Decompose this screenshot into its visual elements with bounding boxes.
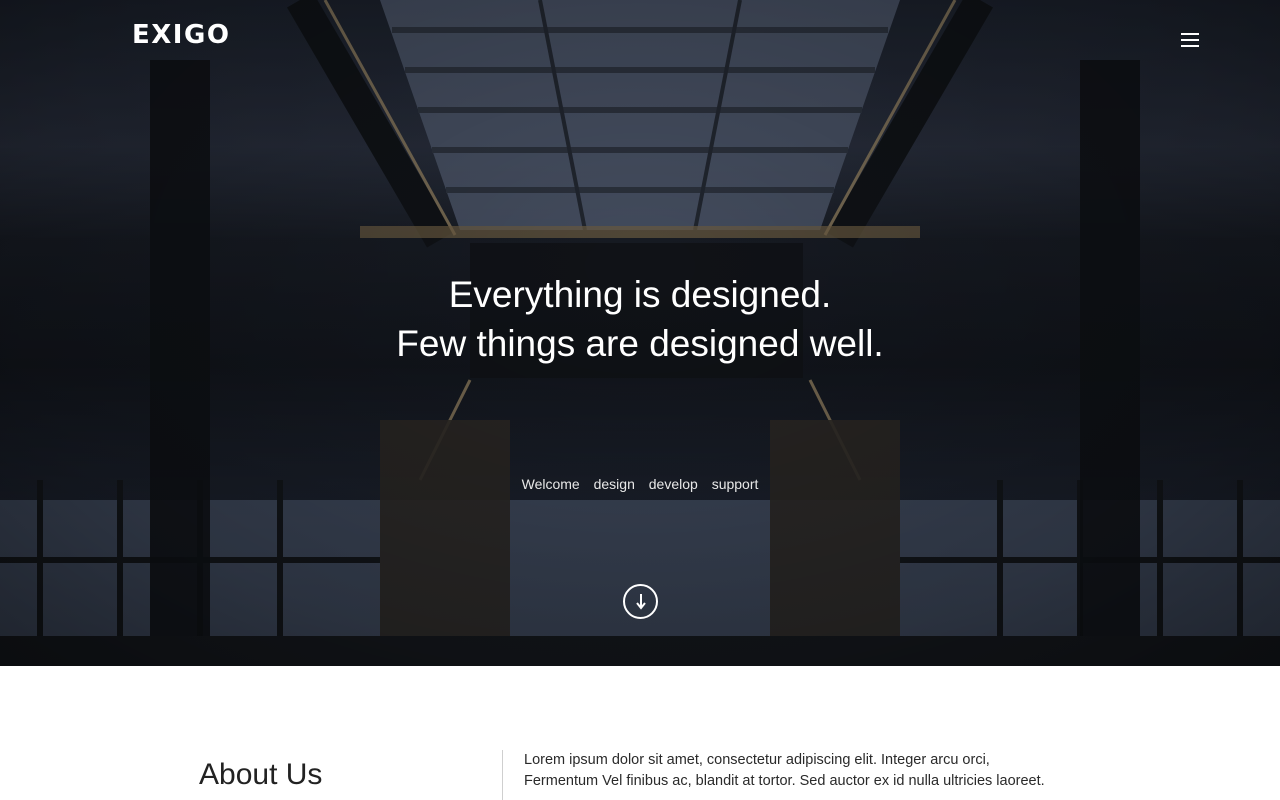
about-text-line-1: Lorem ipsum dolor sit amet, consectetur … (524, 752, 990, 768)
hero-link-support[interactable]: support (712, 476, 759, 492)
about-title: About Us (199, 758, 323, 791)
hamburger-menu-icon[interactable] (1178, 30, 1202, 50)
hero-section: EXIGO Everything is designed. Few things… (0, 0, 1280, 666)
menu-bar (1181, 39, 1199, 41)
menu-bar (1181, 45, 1199, 47)
arrow-down-icon (635, 593, 646, 610)
site-logo[interactable]: EXIGO (132, 20, 230, 50)
menu-bar (1181, 33, 1199, 35)
tagline-line-2: Few things are designed well. (396, 323, 884, 364)
about-text-line-2: Fermentum Vel finibus ac, blandit at tor… (524, 773, 1045, 789)
about-divider (502, 750, 503, 800)
hero-link-welcome[interactable]: Welcome (522, 476, 580, 492)
about-text: Lorem ipsum dolor sit amet, consectetur … (524, 750, 1084, 792)
hero-links: Welcome design develop support (0, 476, 1280, 492)
hero-tagline: Everything is designed. Few things are d… (0, 270, 1280, 368)
scroll-down-button[interactable] (623, 584, 658, 619)
tagline-line-1: Everything is designed. (448, 274, 832, 315)
hero-link-develop[interactable]: develop (649, 476, 698, 492)
hero-link-design[interactable]: design (594, 476, 635, 492)
